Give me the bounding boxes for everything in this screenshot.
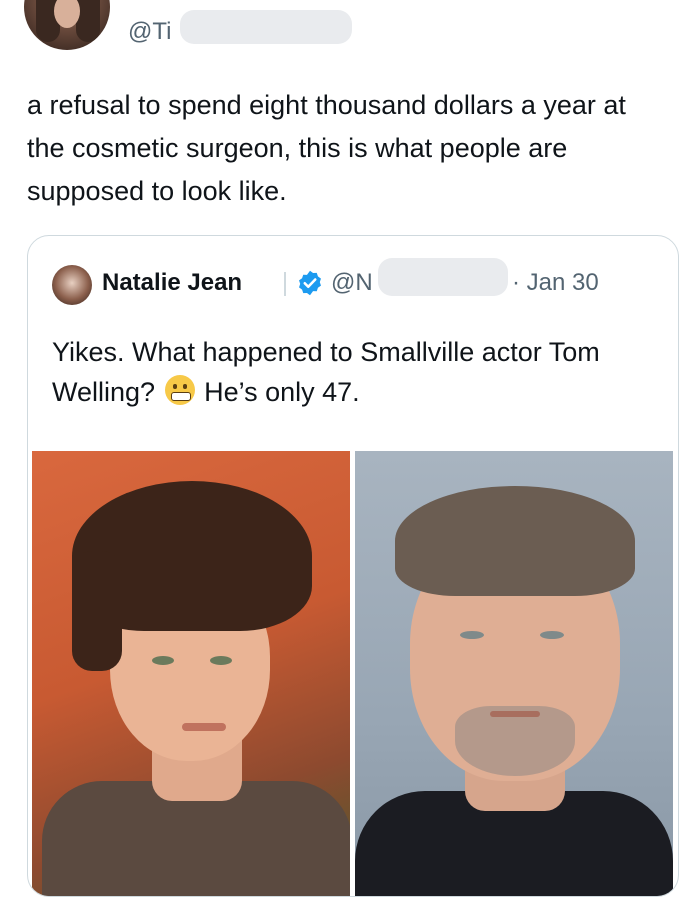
quoted-author-avatar[interactable]	[52, 265, 92, 305]
tweet-text: a refusal to spend eight thousand dollar…	[27, 90, 626, 206]
quoted-tweet-card[interactable]: Natalie Jean @N · Jan 30 Yikes. What hap…	[27, 235, 679, 897]
grimacing-face-emoji-icon	[164, 375, 195, 405]
photo-right-mugshot[interactable]	[355, 451, 673, 896]
author-handle[interactable]: @Ti	[128, 18, 171, 46]
verified-badge-icon	[299, 270, 321, 296]
quoted-text-part2: He’s only 47.	[204, 377, 360, 407]
redaction-block	[378, 258, 508, 296]
quoted-tweet-text: Yikes. What happened to Smallville actor…	[52, 332, 652, 412]
quoted-author-handle[interactable]: @N	[331, 269, 373, 297]
author-avatar[interactable]	[24, 0, 110, 50]
redaction-block	[180, 10, 352, 44]
photo-left-young-actor[interactable]	[32, 451, 350, 896]
quoted-tweet-date[interactable]: · Jan 30	[512, 269, 599, 297]
divider	[284, 272, 286, 296]
quoted-author-name[interactable]: Natalie Jean	[102, 269, 242, 297]
